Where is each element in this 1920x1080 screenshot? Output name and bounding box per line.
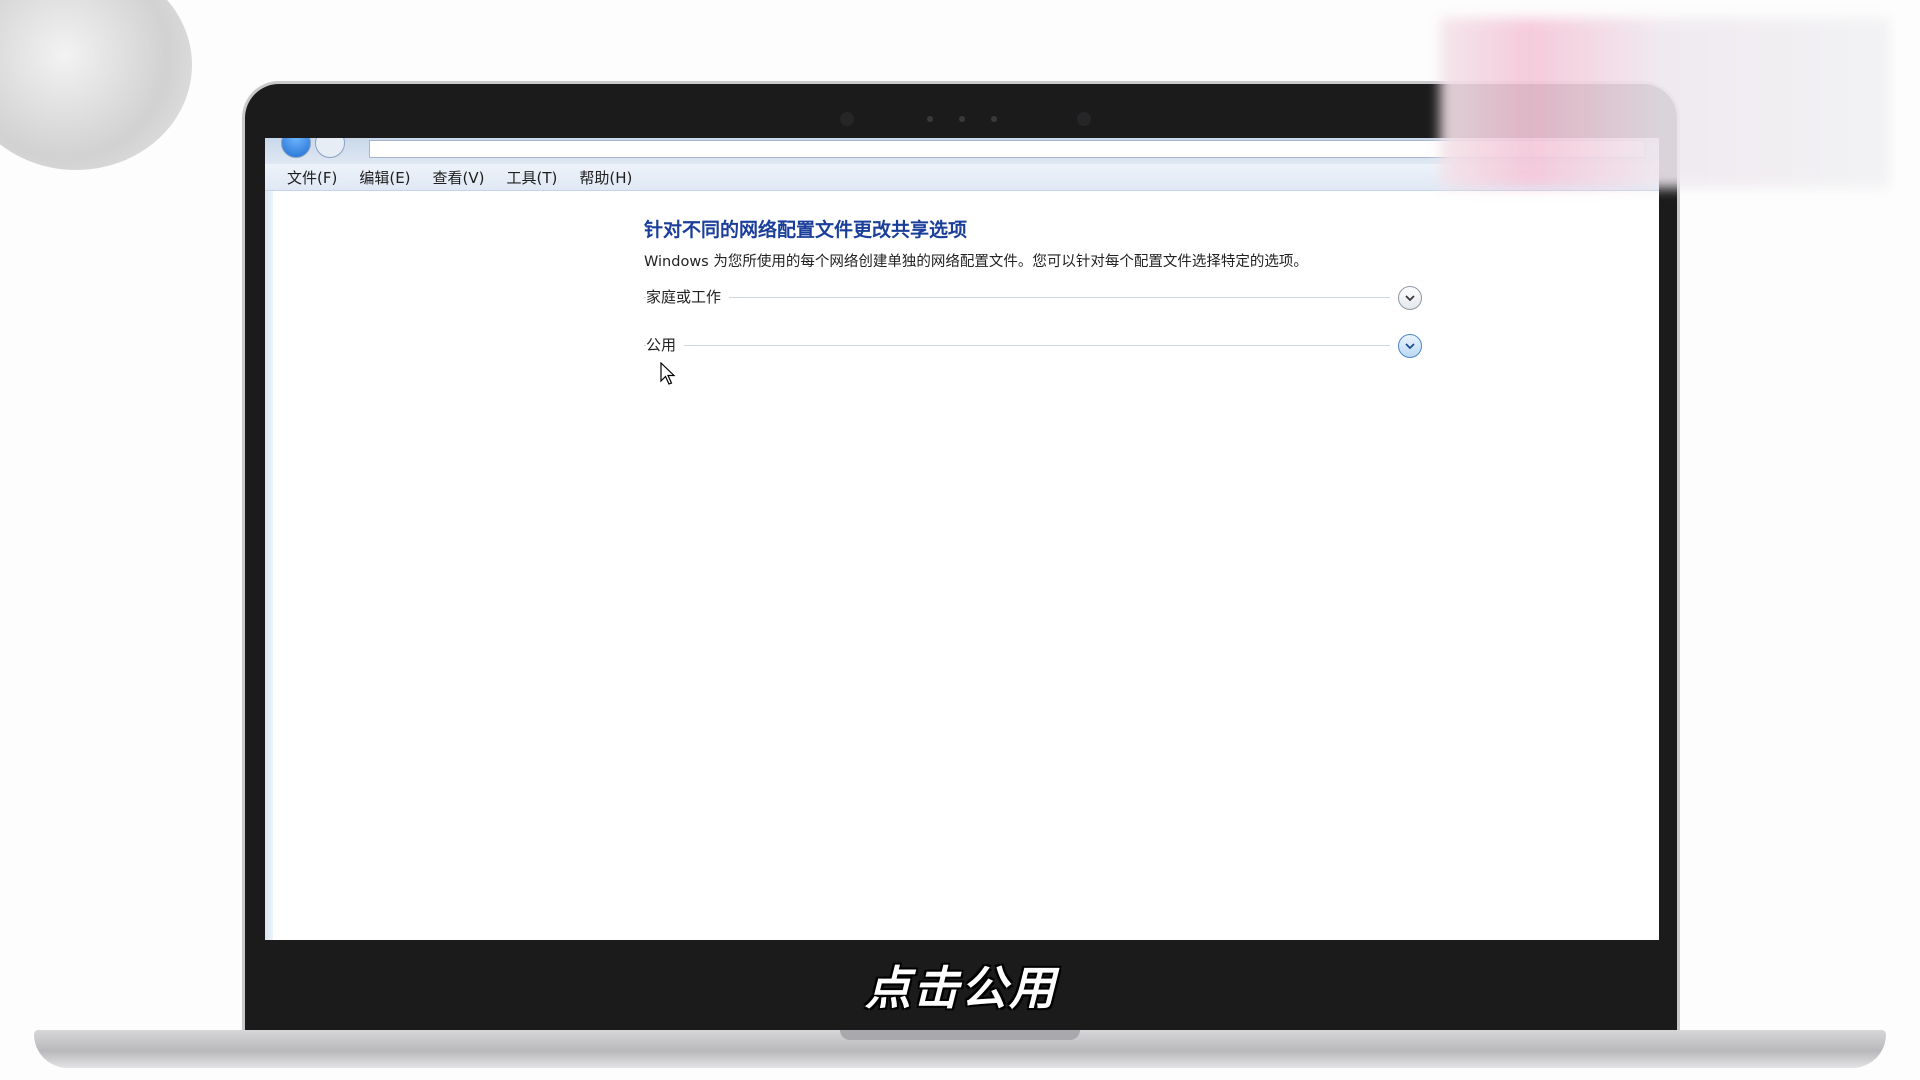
section-divider (644, 297, 1390, 298)
menu-tools[interactable]: 工具(T) (507, 167, 558, 188)
video-subtitle: 点击公用 (865, 961, 1057, 1015)
navigation-pane-edge (265, 191, 273, 940)
chevron-down-icon[interactable] (1398, 334, 1422, 358)
menu-file[interactable]: 文件(F) (287, 167, 337, 188)
laptop-notch (840, 1030, 1080, 1040)
menu-view[interactable]: 查看(V) (433, 167, 485, 188)
back-button[interactable] (281, 138, 311, 158)
section-home-work[interactable]: 家庭或工作 (644, 284, 1424, 312)
forward-button[interactable] (315, 138, 345, 158)
section-divider (644, 345, 1390, 346)
chevron-down-icon[interactable] (1398, 286, 1422, 310)
camera-dot-icon (927, 116, 933, 122)
page-title: 针对不同的网络配置文件更改共享选项 (644, 219, 968, 241)
blurred-overlay (1440, 18, 1890, 188)
decorative-blob (0, 0, 192, 170)
mouse-cursor-icon (660, 362, 676, 385)
section-home-work-label[interactable]: 家庭或工作 (646, 286, 730, 307)
sharing-settings-panel: 针对不同的网络配置文件更改共享选项 Windows 为您所使用的每个网络创建单独… (644, 218, 1424, 360)
section-public[interactable]: 公用 (644, 332, 1424, 360)
video-frame: 文件(F) 编辑(E) 查看(V) 工具(T) 帮助(H) 针对不同的网络配置文… (0, 0, 1920, 1080)
camera-icon (959, 116, 965, 122)
section-public-label[interactable]: 公用 (646, 334, 685, 355)
menu-help[interactable]: 帮助(H) (579, 167, 632, 188)
laptop-base (34, 1030, 1886, 1068)
camera-dot-icon (991, 116, 997, 122)
sensor-icon (1077, 112, 1091, 126)
windows-explorer-window: 文件(F) 编辑(E) 查看(V) 工具(T) 帮助(H) 针对不同的网络配置文… (265, 138, 1659, 940)
menu-edit[interactable]: 编辑(E) (359, 167, 410, 188)
page-description: Windows 为您所使用的每个网络创建单独的网络配置文件。您可以针对每个配置文… (644, 254, 1308, 270)
sensor-icon (840, 112, 854, 126)
